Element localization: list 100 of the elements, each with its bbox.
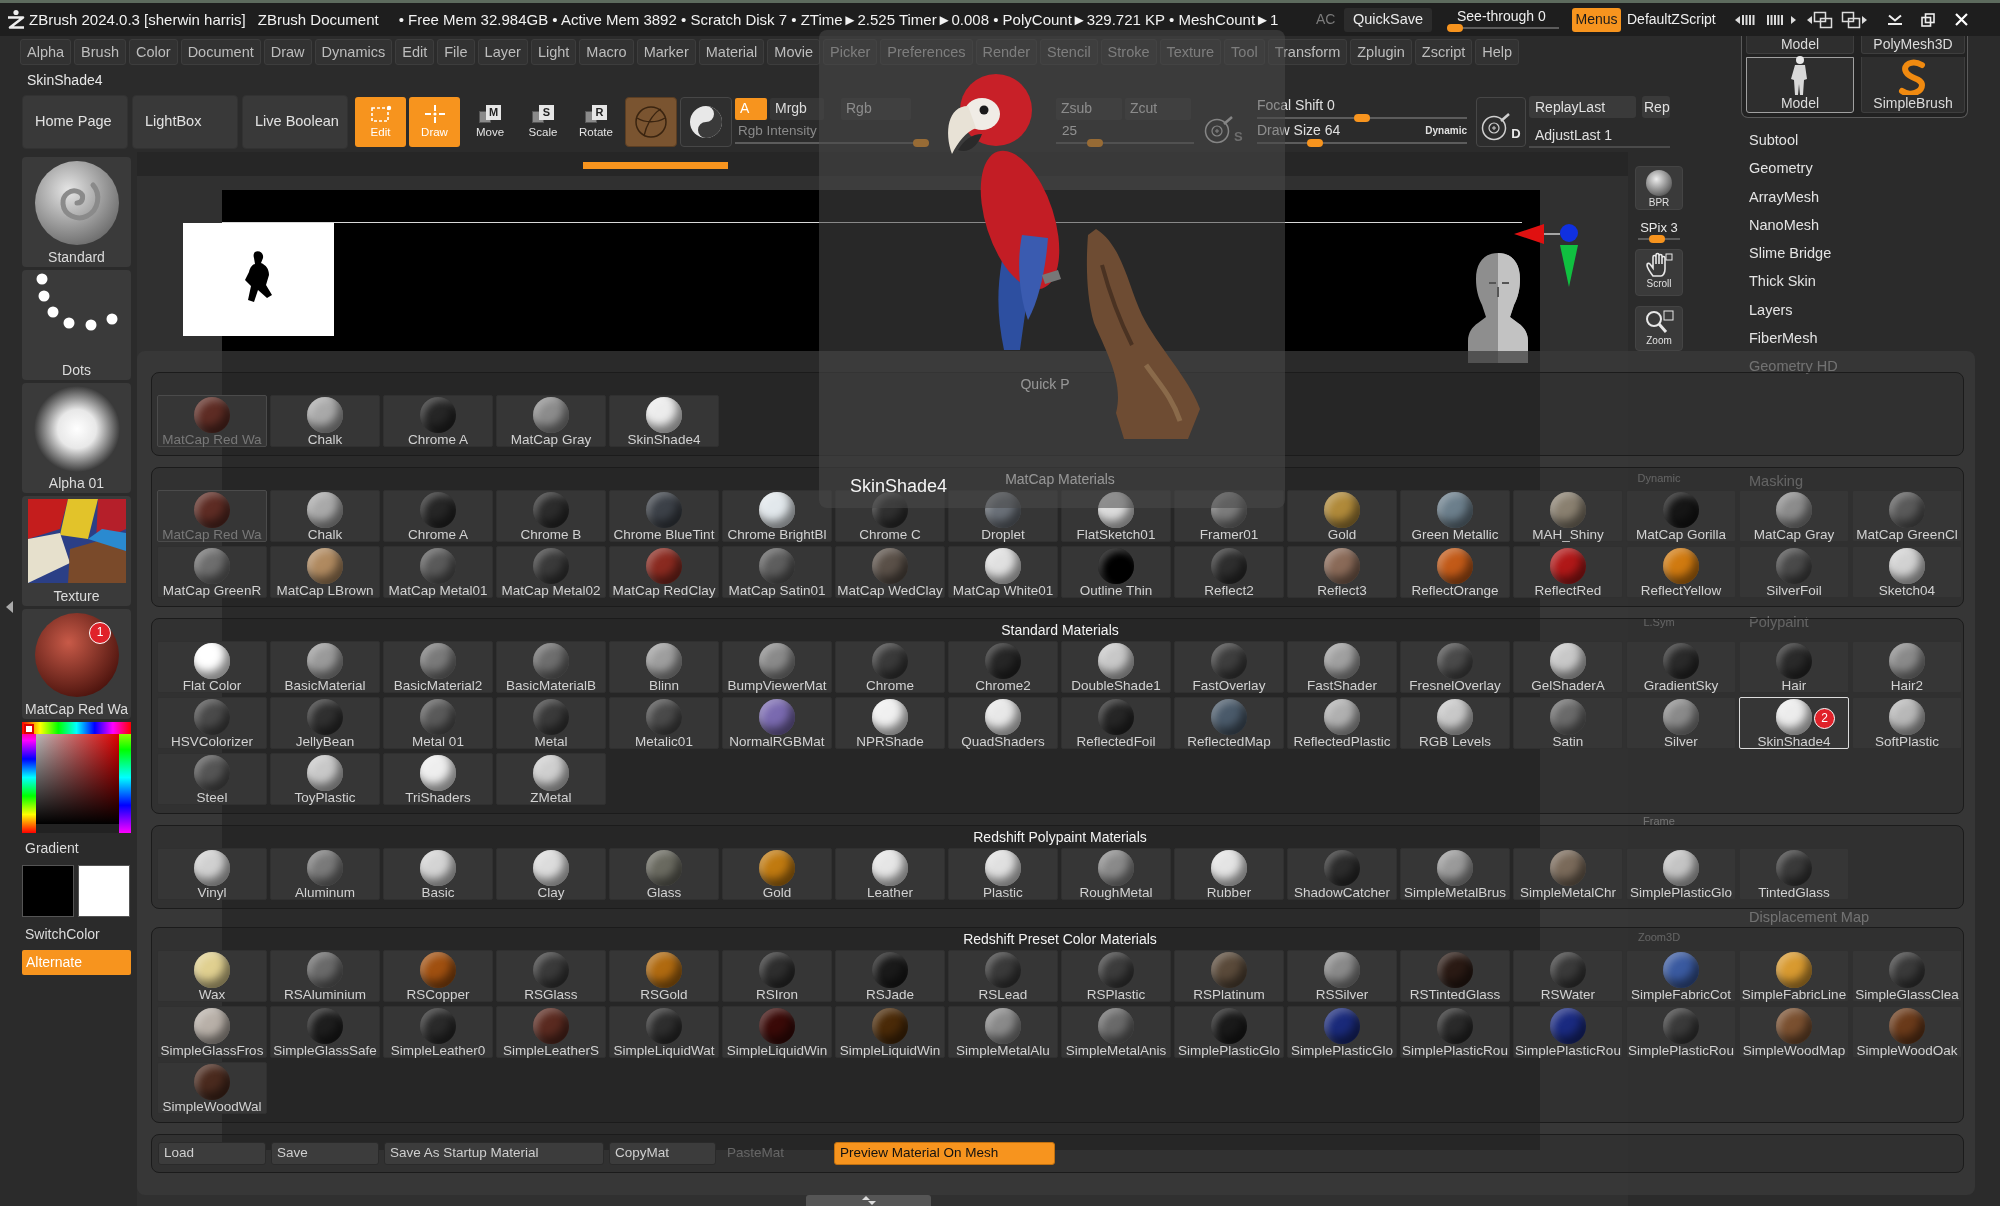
material-tile[interactable]: Metal 01 [383,697,493,749]
material-tile[interactable]: GelShaderA [1513,641,1623,693]
material-tile[interactable]: BasicMaterialB [496,641,606,693]
menu-item[interactable]: Draw [263,39,312,65]
palette-action-button[interactable]: Save As Startup Material [384,1142,604,1165]
material-tile[interactable]: FlatSketch01 [1061,490,1171,542]
material-tile[interactable]: Aluminum [270,848,380,900]
slider-thumb[interactable] [1447,23,1463,32]
material-tile[interactable]: Chrome [835,641,945,693]
windows-right-icon[interactable] [1841,10,1867,29]
material-tile[interactable]: SimpleMetalAlu [948,1006,1058,1058]
material-tile[interactable]: SimpleGlassFros [157,1006,267,1058]
material-tile[interactable]: MatCap Metal01 [383,546,493,598]
minimize-icon[interactable] [1887,13,1903,26]
menu-item[interactable]: Layer [477,39,528,65]
material-tile[interactable]: SimpleWoodWal [157,1062,267,1114]
zscript-button[interactable]: DefaultZScript [1627,11,1724,28]
material-tile[interactable]: SimpleLiquidWin [722,1006,832,1058]
material-tile[interactable]: MatCap Satin01 [722,546,832,598]
brush-thumbnail[interactable]: Standard [22,157,131,267]
material-tile[interactable]: MatCap LBrown [270,546,380,598]
tool-menu-item[interactable]: Layers [1749,295,1793,325]
material-tile[interactable]: RSIron [722,950,832,1002]
page-button[interactable]: Live Boolean [242,95,348,149]
scroll-button[interactable]: Scroll [1635,249,1683,296]
material-tile[interactable]: Framer01 [1174,490,1284,542]
material-tile[interactable]: Vinyl [157,848,267,900]
scroll-thumb[interactable] [583,162,728,169]
material-tile[interactable]: Sketch04 [1852,546,1962,598]
material-tile[interactable]: SoftPlastic [1852,697,1962,749]
material-tile[interactable]: MatCap White01 [948,546,1058,598]
material-tile[interactable]: QuadShaders [948,697,1058,749]
material-tile[interactable]: GradientSky [1626,641,1736,693]
material-tile[interactable]: MatCap GreenCl [1852,490,1962,542]
material-tile[interactable]: RSCopper [383,950,493,1002]
material-tile[interactable]: SimplePlasticRou [1626,1006,1736,1058]
tool-menu-item[interactable]: Geometry [1749,154,1813,183]
material-tile[interactable]: SimpleMetalChr [1513,848,1623,900]
texture-thumbnail[interactable]: Texture [22,496,131,606]
material-tile[interactable]: Flat Color [157,641,267,693]
menu-item[interactable]: File [437,39,475,65]
material-tile[interactable]: SimpleLeatherS [496,1006,606,1058]
menu-item[interactable]: Zplugin [1350,39,1412,65]
material-tile[interactable]: FresnelOverlay [1400,641,1510,693]
replay-button[interactable]: ReplayLast [1529,96,1636,118]
color-picker[interactable] [22,722,131,833]
material-tile[interactable]: Hair [1739,641,1849,693]
navigator-preview[interactable] [183,223,334,336]
bars-left-icon[interactable] [1735,13,1757,26]
material-tile[interactable]: SimpleLeather0 [383,1006,493,1058]
material-tile[interactable]: Blinn [609,641,719,693]
slider-thumb[interactable] [1086,138,1103,147]
material-tile[interactable]: RSPlatinum [1174,950,1284,1002]
material-tile[interactable]: Silver [1626,697,1736,749]
menu-item[interactable]: Edit [395,39,435,65]
material-tile[interactable]: NormalRGBMat [722,697,832,749]
material-tile[interactable]: ReflectOrange [1400,546,1510,598]
material-tile[interactable]: Droplet [948,490,1058,542]
restore-icon[interactable] [1921,12,1935,27]
material-tile[interactable]: Chrome BrightBl [722,490,832,542]
material-tile[interactable]: SimpleGlassSafe [270,1006,380,1058]
material-tile[interactable]: Reflect3 [1287,546,1397,598]
material-tile[interactable]: SkinShade4 [609,395,719,447]
gradient-button[interactable]: Gradient [22,839,131,857]
menu-item[interactable]: Material [698,39,765,65]
tool-menu-item[interactable]: Subtool [1749,126,1799,155]
material-tile[interactable]: Rubber [1174,848,1284,900]
material-tile[interactable]: TriShaders [383,753,493,805]
material-tile[interactable]: SilverFoil [1739,546,1849,598]
palette-action-button[interactable]: Preview Material On Mesh [834,1142,1055,1165]
tool-thumbnail[interactable]: PolyMesh3D [1861,36,1965,54]
zoom-button[interactable]: Zoom [1635,306,1683,351]
material-tile[interactable]: Chalk [270,490,380,542]
menu-item[interactable]: Macro [579,39,634,65]
material-tile[interactable]: RSTintedGlass [1400,950,1510,1002]
material-thumbnail[interactable]: MatCap Red Wa 1 [22,609,131,719]
rgb-intensity-slider[interactable] [735,138,929,147]
material-tile[interactable]: Clay [496,848,606,900]
material-tile[interactable]: Chalk [270,395,380,447]
page-button[interactable]: Home Page [22,95,128,149]
scroll-track[interactable] [137,152,1628,176]
material-tile[interactable]: Chrome A [383,490,493,542]
material-tile[interactable]: Chrome2 [948,641,1058,693]
material-tile[interactable]: Satin [1513,697,1623,749]
tool-thumbnail[interactable]: Model [1746,36,1854,54]
material-tile[interactable]: SimpleFabricCot [1626,950,1736,1002]
material-tile[interactable]: Plastic [948,848,1058,900]
slider-thumb[interactable] [1649,235,1666,243]
material-tile[interactable]: SimpleLiquidWat [609,1006,719,1058]
slider-thumb[interactable] [1307,139,1324,147]
collapse-arrow-icon[interactable] [5,600,14,614]
tool-thumbnail[interactable]: Model [1746,57,1854,113]
material-tile[interactable]: SimplePlasticRou [1513,1006,1623,1058]
material-tile[interactable]: RSAluminium [270,950,380,1002]
material-tile[interactable]: Hair2 [1852,641,1962,693]
material-tile[interactable]: MatCap Gorilla [1626,490,1736,542]
material-tile[interactable]: RSGlass [496,950,606,1002]
menu-item[interactable]: Transform [1267,39,1348,65]
material-tile[interactable]: ReflectedMap [1174,697,1284,749]
material-tile[interactable]: SkinShade4 2 [1739,697,1849,749]
